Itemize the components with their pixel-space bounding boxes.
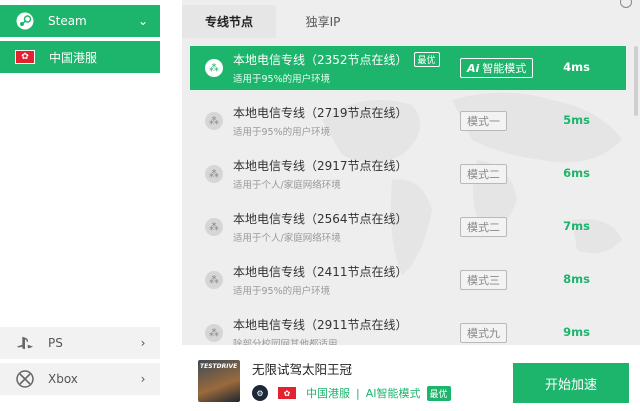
xbox-icon bbox=[16, 370, 34, 388]
game-region: 中国港服 bbox=[306, 387, 350, 400]
chevron-down-icon: ⌄ bbox=[137, 14, 149, 28]
latency: 5ms bbox=[563, 113, 590, 127]
mode-button[interactable]: 模式二 bbox=[460, 217, 507, 237]
mode-label: 智能模式 bbox=[482, 62, 527, 75]
sidebar-item-hk-server[interactable]: ✿ 中国港服 bbox=[0, 41, 160, 73]
node-row[interactable]: ⁂ 本地电信专线（2719节点在线） 适用于95%的用户环境 模式一 5ms bbox=[190, 99, 626, 143]
chevron-right-icon: › bbox=[140, 372, 146, 386]
node-row[interactable]: ⁂ 本地电信专线（2917节点在线） 适用于个人/家庭网络环境 模式二 6ms bbox=[190, 152, 626, 196]
latency: 8ms bbox=[563, 272, 590, 286]
latency: 9ms bbox=[563, 325, 590, 339]
sidebar-item-steam[interactable]: Steam ⌄ bbox=[0, 5, 160, 37]
node-tabs: 专线节点 独享IP bbox=[182, 5, 370, 38]
mode-button[interactable]: 模式二 bbox=[460, 164, 507, 184]
tab-dedicated-nodes[interactable]: 专线节点 bbox=[182, 5, 276, 38]
sidebar-item-ps[interactable]: PS › bbox=[0, 327, 160, 359]
node-icon: ⁂ bbox=[205, 218, 223, 236]
node-panel: 专线节点 独享IP ⁂ 本地电信专线（2352节点在线） 最优 适用于95%的用户… bbox=[182, 0, 640, 345]
mode-button[interactable]: Ai 智能模式 bbox=[460, 58, 534, 78]
best-badge: 最优 bbox=[426, 385, 451, 401]
cover-logo-text: TESTDRIVE bbox=[200, 363, 238, 370]
sidebar-item-label: Steam bbox=[48, 14, 87, 28]
node-icon: ⁂ bbox=[205, 112, 223, 130]
sidebar-item-label: 中国港服 bbox=[49, 50, 98, 65]
node-icon: ⁂ bbox=[205, 165, 223, 183]
mode-button[interactable]: 模式九 bbox=[460, 323, 507, 343]
game-bar: TESTDRIVE 无限试驾太阳王冠 ⚙ ✿ 中国港服 | AI智能模式 最优 … bbox=[182, 345, 640, 411]
game-cover: TESTDRIVE bbox=[198, 360, 240, 402]
node-row[interactable]: ⁂ 本地电信专线（2911节点在线） 除部分校园网其他都适用 模式九 9ms bbox=[190, 311, 626, 345]
sidebar-item-xbox[interactable]: Xbox › bbox=[0, 363, 160, 395]
node-icon: ⁂ bbox=[205, 324, 223, 342]
start-acceleration-button[interactable]: 开始加速 bbox=[513, 363, 629, 403]
playstation-icon bbox=[16, 334, 34, 352]
mode-button[interactable]: 模式一 bbox=[460, 111, 507, 131]
node-row[interactable]: ⁂ 本地电信专线（2411节点在线） 适用于95%的用户环境 模式三 8ms bbox=[190, 258, 626, 302]
game-meta: ⚙ ✿ 中国港服 | AI智能模式 最优 bbox=[252, 385, 451, 401]
game-title: 无限试驾太阳王冠 bbox=[252, 362, 353, 377]
help-icon[interactable] bbox=[620, 0, 632, 8]
mode-button[interactable]: 模式三 bbox=[460, 270, 507, 290]
game-mode: AI智能模式 bbox=[365, 387, 421, 400]
node-title: 本地电信专线（2352节点在线） bbox=[233, 53, 408, 67]
chevron-right-icon: › bbox=[140, 336, 146, 350]
node-list: ⁂ 本地电信专线（2352节点在线） 最优 适用于95%的用户环境 Ai 智能模式 … bbox=[190, 46, 626, 345]
hk-flag-icon: ✿ bbox=[15, 50, 35, 64]
node-icon: ⁂ bbox=[205, 271, 223, 289]
sidebar: Steam ⌄ ✿ 中国港服 PS › Xbox › bbox=[0, 0, 160, 411]
node-row[interactable]: ⁂ 本地电信专线（2352节点在线） 最优 适用于95%的用户环境 Ai 智能模式 … bbox=[190, 46, 626, 90]
best-badge: 最优 bbox=[413, 52, 440, 67]
steam-icon: ⚙ bbox=[252, 385, 268, 401]
node-row[interactable]: ⁂ 本地电信专线（2564节点在线） 适用于个人/家庭网络环境 模式二 7ms bbox=[190, 205, 626, 249]
hk-flag-icon: ✿ bbox=[278, 387, 296, 399]
scrollbar[interactable] bbox=[634, 46, 638, 116]
node-icon: ⁂ bbox=[205, 59, 223, 77]
sidebar-item-label: PS bbox=[48, 336, 63, 350]
tab-exclusive-ip[interactable]: 独享IP bbox=[276, 5, 370, 38]
separator: | bbox=[356, 386, 360, 400]
sidebar-item-label: Xbox bbox=[48, 372, 78, 386]
latency: 7ms bbox=[563, 219, 590, 233]
steam-icon bbox=[16, 12, 34, 30]
ai-label: Ai bbox=[467, 61, 480, 75]
latency: 4ms bbox=[563, 60, 590, 74]
latency: 6ms bbox=[563, 166, 590, 180]
